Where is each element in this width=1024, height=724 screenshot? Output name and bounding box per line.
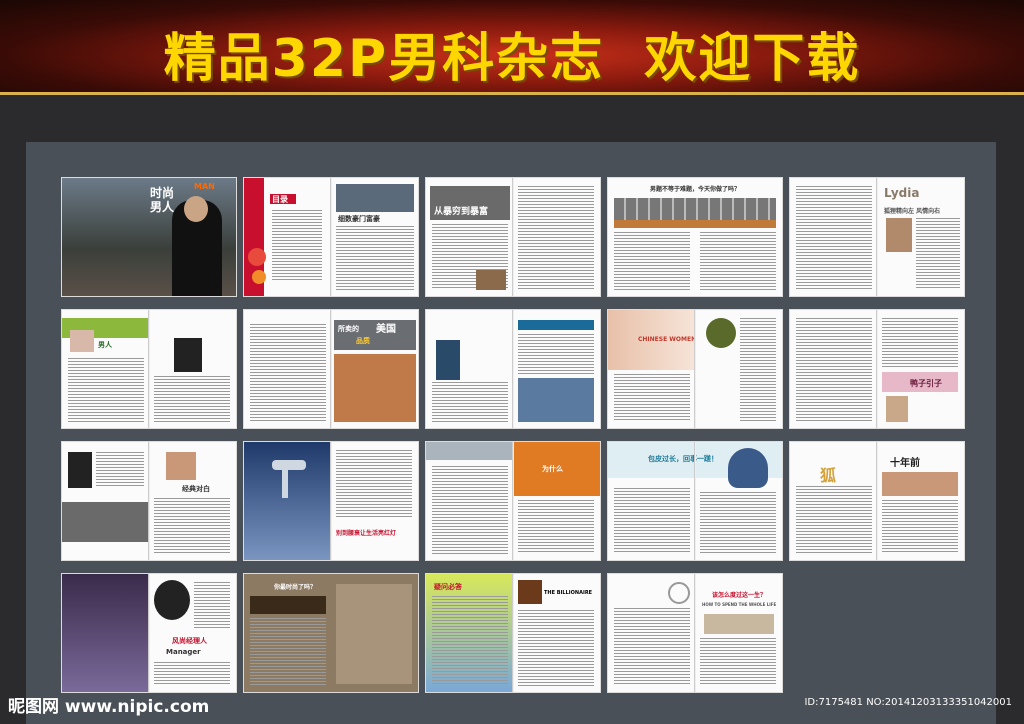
spread-13-title: 为什么 bbox=[542, 465, 563, 473]
spread-18: 疑问必答 THE BILLIONAIRE bbox=[426, 574, 600, 692]
spread-4-title: 男题不等于难题，今天你做了吗？ bbox=[650, 186, 741, 193]
banner-divider bbox=[0, 92, 1024, 95]
spread-2: 目录 细数豪门富豪 bbox=[244, 178, 418, 296]
spread-10: 鸭子引子 bbox=[790, 310, 964, 428]
spread-16-title: 风尚经理人 bbox=[172, 637, 207, 645]
spread-5: Lydia 狐狸精向左 风情向右 bbox=[790, 178, 964, 296]
spread-9-title: CHINESE WOMEN bbox=[638, 336, 697, 343]
spread-7-tag: 品质 bbox=[356, 337, 370, 345]
title-banner: 精品32P男科杂志 欢迎下载 bbox=[0, 0, 1024, 92]
watermark-logo: 昵图网 www.nipic.com bbox=[8, 697, 210, 717]
spread-19-title: 该怎么度过这一生？ bbox=[712, 592, 767, 599]
spread-18-title: 疑问必答 bbox=[434, 583, 462, 591]
spread-1-logo: MAN bbox=[194, 182, 215, 191]
spread-17: 你最时尚了吗？ bbox=[244, 574, 418, 692]
spread-3-title: 从暴穷到暴富 bbox=[434, 207, 489, 217]
spread-1: 时尚 男人 MAN bbox=[62, 178, 236, 296]
spread-13: 为什么 bbox=[426, 442, 600, 560]
spread-12: 别到腰衰让生活亮红灯 bbox=[244, 442, 418, 560]
preview-board: 时尚 男人 MAN 目录 细数豪门富豪 从暴穷到暴富 男题不等于难题，今天你做了… bbox=[26, 142, 996, 724]
spread-1-subtitle: 男人 bbox=[150, 200, 175, 214]
spread-2-headline: 细数豪门富豪 bbox=[338, 215, 380, 223]
spread-3: 从暴穷到暴富 bbox=[426, 178, 600, 296]
spread-5-subtitle: 狐狸精向左 风情向右 bbox=[884, 208, 941, 215]
spread-11: 经典对白 bbox=[62, 442, 236, 560]
spread-7-subtitle: 美国 bbox=[376, 324, 396, 335]
spread-16: 风尚经理人 Manager bbox=[62, 574, 236, 692]
spread-6-title: 男人 bbox=[98, 341, 112, 349]
watermark-id: ID:7175481 NO:20141203133351042001 bbox=[804, 697, 1012, 708]
spread-14: 包皮过长，回事一蹉！ bbox=[608, 442, 782, 560]
spread-4: 男题不等于难题，今天你做了吗？ bbox=[608, 178, 782, 296]
spread-9: CHINESE WOMEN bbox=[608, 310, 782, 428]
spread-19-subtitle: HOW TO SPEND THE WHOLE LIFE bbox=[702, 602, 777, 607]
spread-15: 狐 十年前 bbox=[790, 442, 964, 560]
spread-5-title: Lydia bbox=[884, 186, 920, 200]
banner-title: 精品32P男科杂志 欢迎下载 bbox=[163, 29, 861, 89]
spread-19: 该怎么度过这一生？ HOW TO SPEND THE WHOLE LIFE bbox=[608, 574, 782, 692]
spread-6: 男人 bbox=[62, 310, 236, 428]
spread-10-title: 鸭子引子 bbox=[910, 379, 942, 388]
spread-17-title: 你最时尚了吗？ bbox=[274, 584, 317, 591]
spread-18-subtitle: THE BILLIONAIRE bbox=[544, 590, 593, 596]
spread-12-title: 别到腰衰让生活亮红灯 bbox=[336, 530, 397, 537]
spread-14-title: 包皮过长，回事一蹉！ bbox=[648, 455, 718, 463]
spread-15-title: 十年前 bbox=[890, 458, 920, 469]
spread-7: 所卖的 美国 品质 bbox=[244, 310, 418, 428]
spread-16-subtitle: Manager bbox=[166, 648, 201, 656]
spread-2-title: 目录 bbox=[272, 195, 288, 204]
spread-15-accent: 狐 bbox=[820, 466, 837, 485]
spread-7-title: 所卖的 bbox=[338, 325, 359, 333]
spread-11-title: 经典对白 bbox=[182, 485, 210, 493]
spread-8 bbox=[426, 310, 600, 428]
